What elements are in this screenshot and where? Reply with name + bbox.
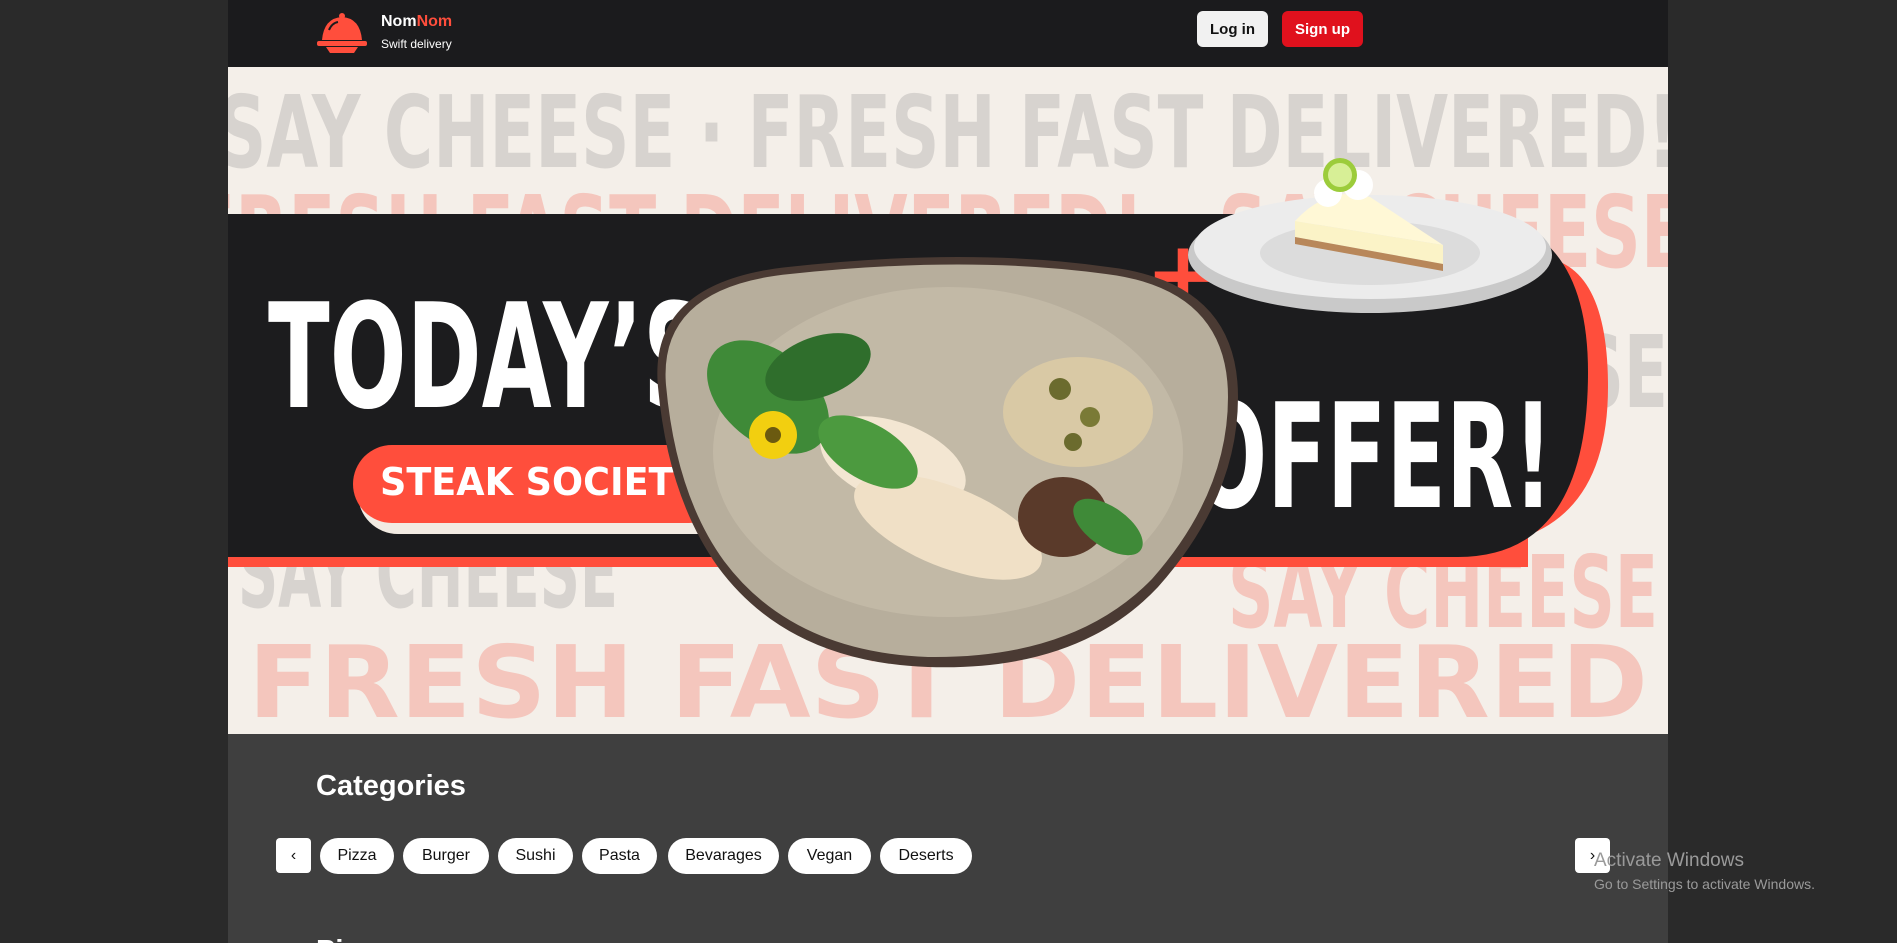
brand-name-accent: Nom — [416, 13, 453, 30]
site-header: NomNom Swift delivery Log in Sign up — [228, 0, 1668, 67]
category-chip-pasta[interactable]: Pasta — [582, 838, 657, 874]
hero-title-line2: OFFER! — [1193, 373, 1553, 542]
category-chip-burger[interactable]: Burger — [403, 838, 489, 874]
chevron-left-icon: ‹ — [290, 846, 297, 864]
hero-artwork: SAY CHEESE · FRESH FAST DELIVERED! FRESH… — [228, 74, 1668, 734]
category-chip-bevarages[interactable]: Bevarages — [668, 838, 779, 874]
category-chip-sushi[interactable]: Sushi — [498, 838, 573, 874]
watermark-subtitle: Go to Settings to activate Windows. — [1594, 876, 1815, 892]
hero-title-line1: TODAY’S — [268, 273, 708, 442]
category-chip-deserts[interactable]: Deserts — [880, 838, 972, 874]
signup-button[interactable]: Sign up — [1282, 11, 1363, 47]
brand-name-primary: Nom — [381, 13, 417, 30]
login-button[interactable]: Log in — [1197, 11, 1268, 47]
delivery-cloche-logo-icon[interactable] — [314, 10, 370, 56]
categories-prev-button[interactable]: ‹ — [276, 838, 311, 873]
brand-tagline: Swift delivery — [381, 37, 452, 51]
next-section-heading: Pi — [316, 935, 343, 943]
badge-label: STEAK SOCIETY — [380, 460, 700, 504]
brand-name[interactable]: NomNom — [381, 13, 452, 31]
categories-heading: Categories — [316, 770, 466, 802]
category-chip-pizza[interactable]: Pizza — [320, 838, 394, 874]
hero-banner[interactable]: SAY CHEESE · FRESH FAST DELIVERED! FRESH… — [228, 67, 1668, 734]
activate-windows-watermark: Activate Windows Go to Settings to activ… — [1594, 850, 1815, 892]
page: NomNom Swift delivery Log in Sign up SAY… — [228, 0, 1668, 943]
salad-steak-plate-image — [657, 257, 1238, 668]
category-chip-vegan[interactable]: Vegan — [788, 838, 871, 874]
watermark-title: Activate Windows — [1594, 850, 1744, 871]
